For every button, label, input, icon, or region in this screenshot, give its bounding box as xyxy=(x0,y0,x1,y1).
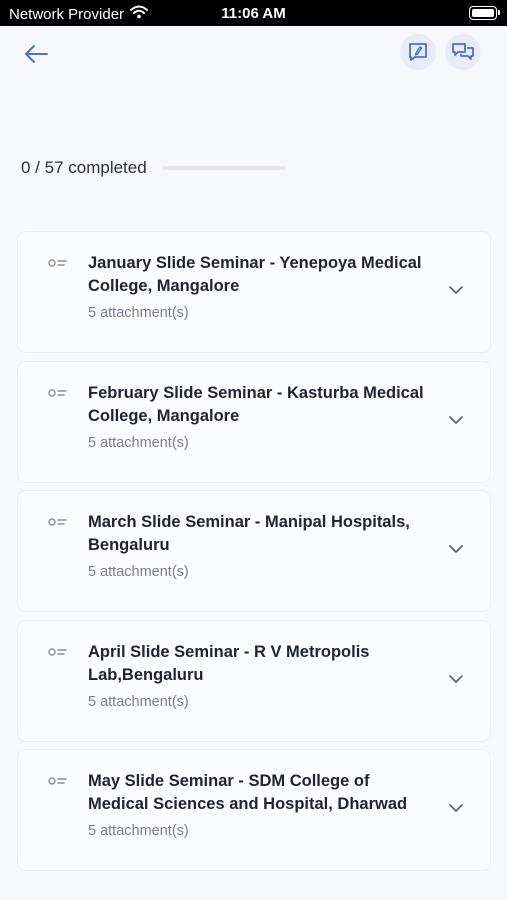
chevron-down-icon[interactable] xyxy=(448,802,464,814)
item-attachments: 5 attachment(s) xyxy=(88,305,189,321)
feedback-button[interactable] xyxy=(400,34,436,70)
progress-summary: 0 / 57 completed xyxy=(21,158,285,178)
list-bullet-icon xyxy=(48,777,67,785)
status-bar: Network Provider 11:06 AM xyxy=(0,0,507,26)
list-item[interactable]: February Slide Seminar - Kasturba Medica… xyxy=(18,361,490,482)
chevron-down-icon[interactable] xyxy=(448,414,464,426)
seminar-list: January Slide Seminar - Yenepoya Medical… xyxy=(18,232,490,880)
list-item[interactable]: May Slide Seminar - SDM College of Medic… xyxy=(18,750,490,870)
feedback-icon xyxy=(409,43,427,61)
list-bullet-icon xyxy=(48,647,67,656)
progress-label: 0 / 57 completed xyxy=(21,158,147,177)
item-title: April Slide Seminar - R V Metropolis Lab… xyxy=(88,642,370,684)
chat-button[interactable] xyxy=(445,34,481,70)
progress-bar xyxy=(162,166,285,170)
arrow-left-icon xyxy=(25,45,48,63)
item-attachments: 5 attachment(s) xyxy=(88,564,189,580)
list-bullet-icon xyxy=(48,518,67,526)
item-title: March Slide Seminar - Manipal Hospitals,… xyxy=(88,513,410,554)
chevron-down-icon[interactable] xyxy=(448,673,464,685)
chat-bubbles-icon xyxy=(452,43,474,60)
list-item[interactable]: January Slide Seminar - Yenepoya Medical… xyxy=(18,232,490,352)
list-item[interactable]: March Slide Seminar - Manipal Hospitals,… xyxy=(18,491,490,611)
chevron-down-icon[interactable] xyxy=(448,284,464,296)
back-button[interactable] xyxy=(20,38,52,70)
item-title: February Slide Seminar - Kasturba Medica… xyxy=(88,383,424,425)
item-attachments: 5 attachment(s) xyxy=(88,693,189,710)
status-time: 11:06 AM xyxy=(221,5,286,22)
list-item[interactable]: April Slide Seminar - R V Metropolis Lab… xyxy=(18,620,490,741)
battery-icon xyxy=(469,6,500,20)
chevron-down-icon[interactable] xyxy=(448,543,464,555)
item-attachments: 5 attachment(s) xyxy=(88,434,189,451)
top-bar xyxy=(0,26,507,86)
list-bullet-icon xyxy=(48,259,67,267)
item-title: May Slide Seminar - SDM College of Medic… xyxy=(88,772,408,813)
item-title: January Slide Seminar - Yenepoya Medical… xyxy=(88,254,422,295)
list-bullet-icon xyxy=(48,388,67,397)
item-attachments: 5 attachment(s) xyxy=(88,823,189,839)
